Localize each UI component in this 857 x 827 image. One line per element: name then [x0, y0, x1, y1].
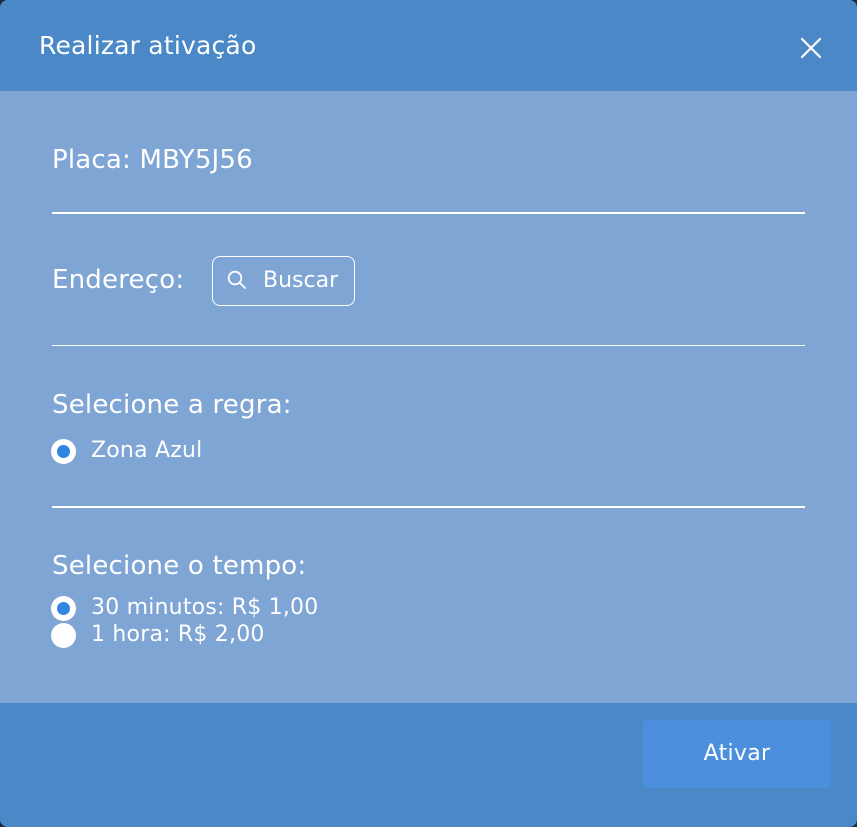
radio-label: Zona Azul: [91, 438, 203, 463]
modal-footer: Ativar: [0, 703, 857, 827]
radio-label: 1 hora: R$ 2,00: [91, 622, 265, 647]
search-address-button[interactable]: Buscar: [212, 256, 355, 306]
plate-label: Placa: MBY5J56: [52, 145, 253, 175]
radio-label: 30 minutos: R$ 1,00: [91, 595, 319, 620]
divider: [52, 345, 805, 346]
radio-button[interactable]: [51, 596, 76, 621]
radio-button[interactable]: [51, 439, 76, 464]
activate-button[interactable]: Ativar: [643, 720, 831, 788]
search-icon: [227, 270, 246, 289]
activate-button-label: Ativar: [703, 741, 771, 766]
radio-button[interactable]: [51, 623, 76, 648]
rule-heading: Selecione a regra:: [52, 390, 292, 420]
search-button-label: Buscar: [263, 268, 339, 293]
time-heading: Selecione o tempo:: [52, 551, 307, 581]
modal-title: Realizar ativação: [39, 31, 257, 60]
divider: [52, 212, 805, 214]
modal-header: Realizar ativação: [0, 0, 857, 91]
divider: [52, 506, 805, 508]
address-label: Endereço:: [52, 265, 185, 295]
activation-modal: Realizar ativação Placa: MBY5J56 Endereç…: [0, 0, 857, 827]
close-button[interactable]: [796, 33, 826, 63]
close-icon: [800, 37, 822, 59]
